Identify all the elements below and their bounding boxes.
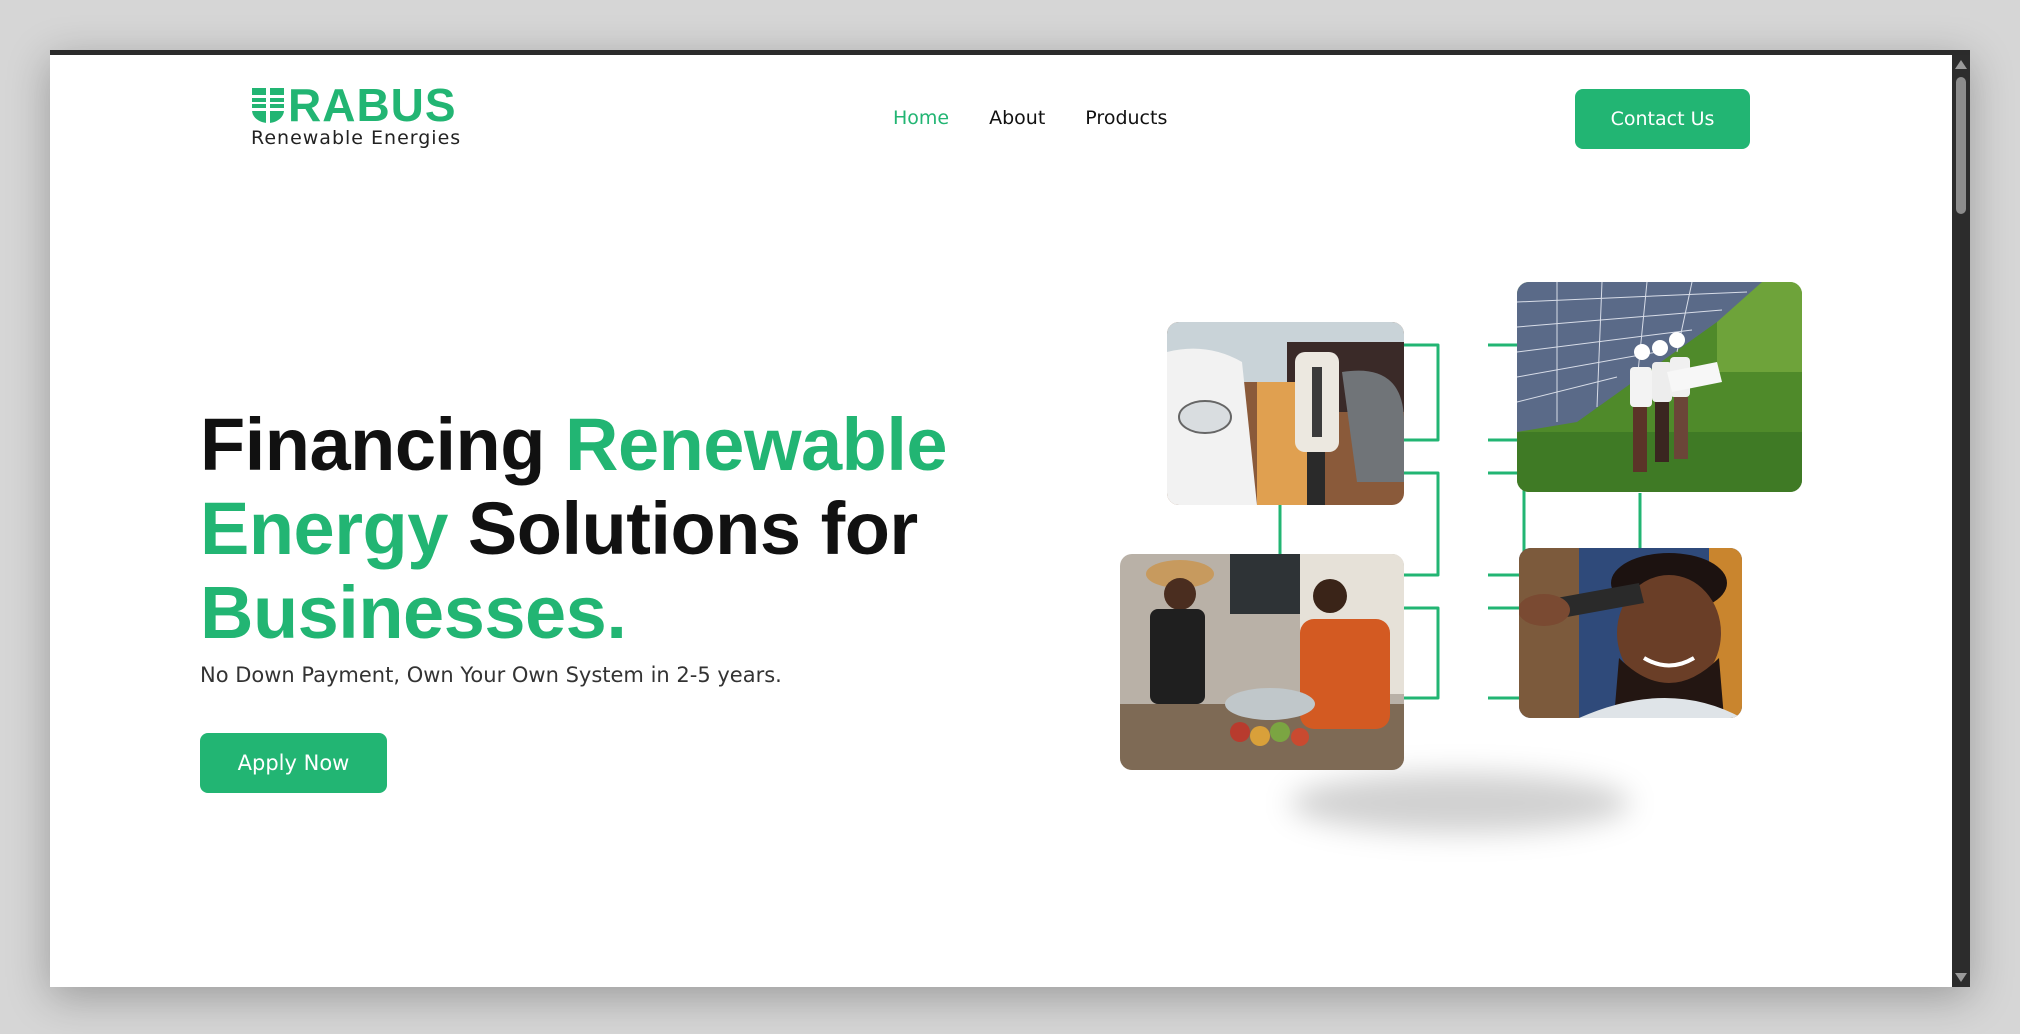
scroll-down-arrow-icon[interactable]	[1955, 973, 1967, 982]
browser-window: RABUS Renewable Energies Home About Prod…	[50, 50, 1970, 987]
photo-solar-engineers	[1517, 282, 1802, 492]
page-scrollbar[interactable]	[1952, 55, 1970, 987]
barber-haircut-image	[1519, 548, 1742, 718]
photo-ev-charging	[1167, 322, 1404, 505]
solar-engineers-image	[1517, 282, 1802, 492]
photo-barber-haircut	[1519, 548, 1742, 718]
market-checkout-image	[1120, 554, 1404, 770]
photo-market-checkout	[1120, 554, 1404, 770]
scroll-thumb[interactable]	[1956, 77, 1966, 214]
scroll-up-arrow-icon[interactable]	[1955, 60, 1967, 69]
collage-connectors	[1278, 343, 1642, 700]
ev-charging-image	[1167, 322, 1404, 505]
